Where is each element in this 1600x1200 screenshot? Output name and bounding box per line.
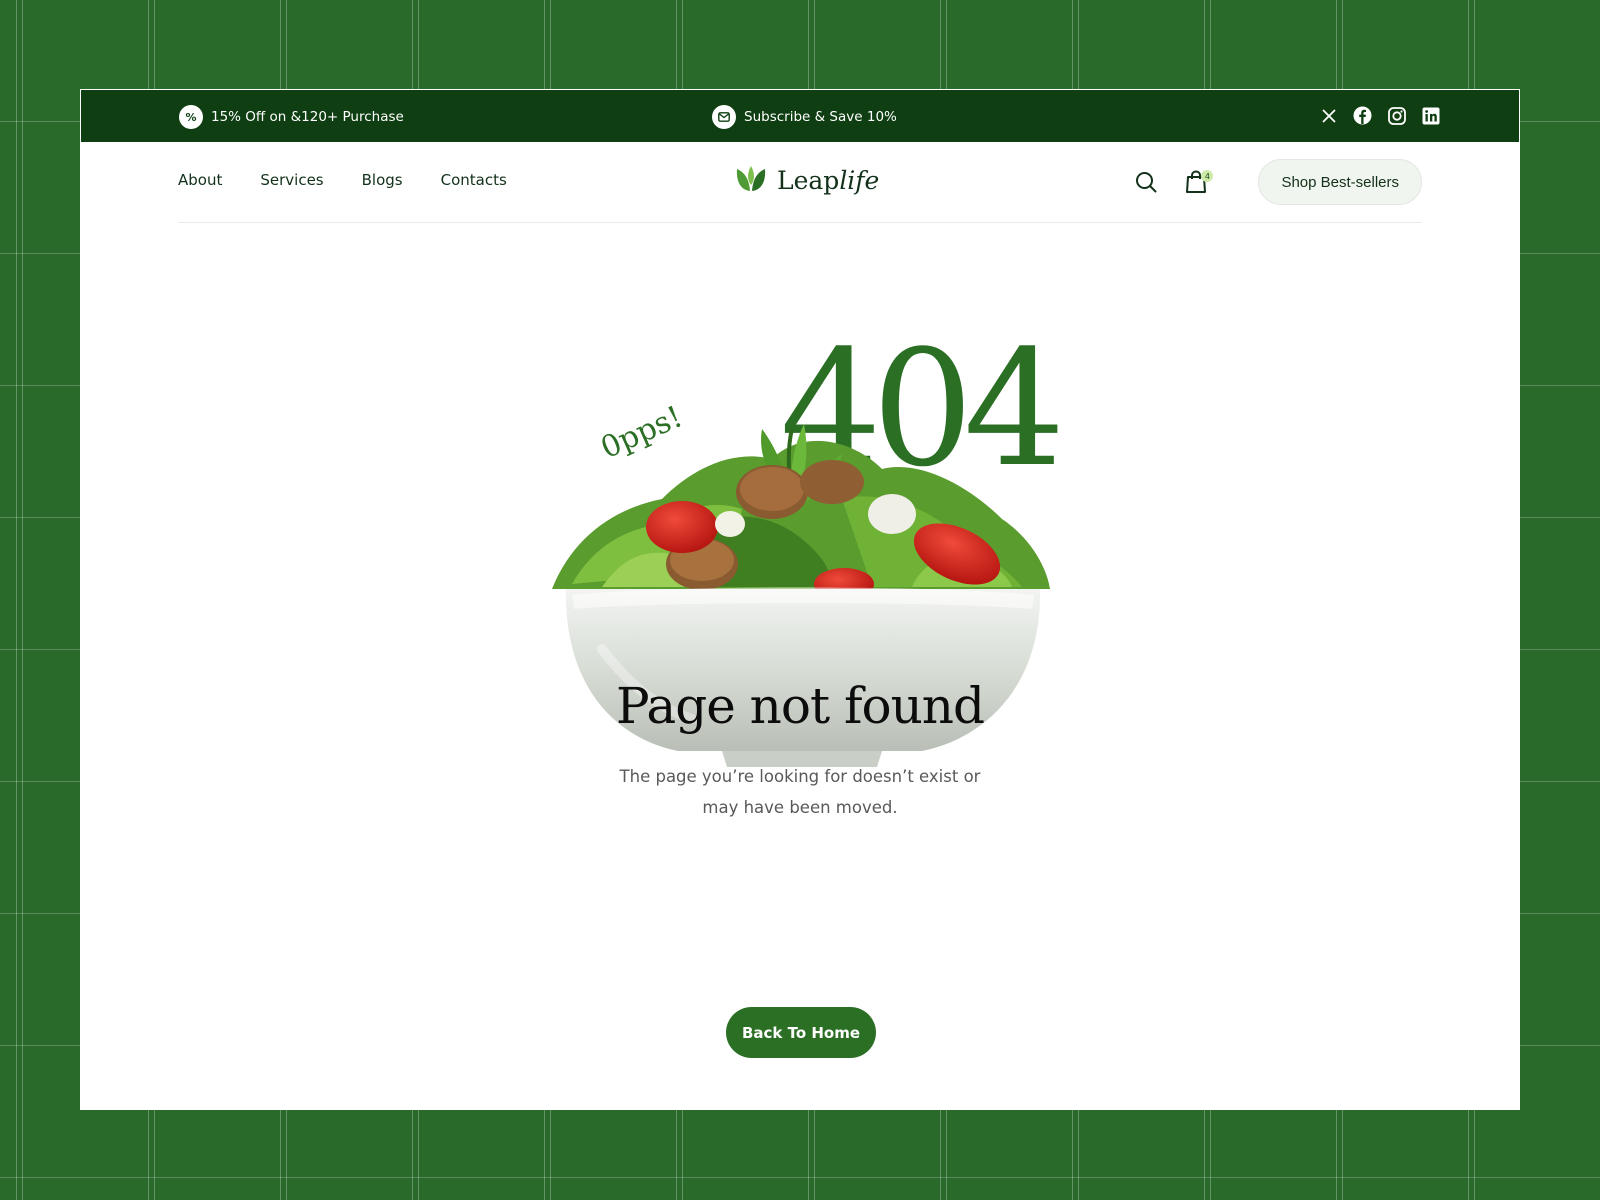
mail-icon (712, 105, 736, 129)
x-icon[interactable] (1318, 105, 1339, 126)
logo-text-suffix: life (839, 165, 880, 195)
nav-link-services[interactable]: Services (260, 171, 323, 189)
leaf-logo-icon (735, 163, 767, 197)
nav-links: About Services Blogs Contacts (178, 171, 507, 189)
facebook-icon[interactable] (1352, 105, 1373, 126)
search-icon[interactable] (1132, 168, 1160, 196)
logo-text: Leaplife (777, 166, 879, 195)
subscribe-text: Subscribe & Save 10% (744, 109, 897, 125)
cart-button[interactable]: 4 (1182, 168, 1214, 196)
page-title: Page not found (615, 677, 985, 735)
main-nav: About Services Blogs Contacts Leaplife 4 (178, 143, 1422, 223)
nav-link-blogs[interactable]: Blogs (362, 171, 403, 189)
instagram-icon[interactable] (1386, 105, 1407, 126)
percent-badge-icon: % (179, 105, 203, 129)
page-subtitle: The page you’re looking for doesn’t exis… (619, 767, 981, 817)
social-links (1318, 105, 1441, 126)
nav-actions: 4 Shop Best-sellers (1132, 159, 1422, 205)
shop-best-sellers-button[interactable]: Shop Best-sellers (1258, 159, 1422, 205)
subscribe-link[interactable]: Subscribe & Save 10% (712, 105, 897, 129)
back-to-home-button[interactable]: Back To Home (726, 1007, 876, 1058)
nav-link-contacts[interactable]: Contacts (441, 171, 507, 189)
nav-link-about[interactable]: About (178, 171, 222, 189)
linkedin-icon[interactable] (1420, 105, 1441, 126)
logo-text-prefix: Leap (777, 165, 840, 195)
announcement-bar: % 15% Off on &120+ Purchase Subscribe & … (80, 89, 1520, 143)
promo: % 15% Off on &120+ Purchase (179, 105, 404, 129)
cart-count-badge: 4 (1201, 170, 1214, 182)
promo-text: 15% Off on &120+ Purchase (211, 109, 404, 125)
logo[interactable]: Leaplife (735, 163, 879, 197)
page-frame: % 15% Off on &120+ Purchase Subscribe & … (80, 89, 1520, 1110)
